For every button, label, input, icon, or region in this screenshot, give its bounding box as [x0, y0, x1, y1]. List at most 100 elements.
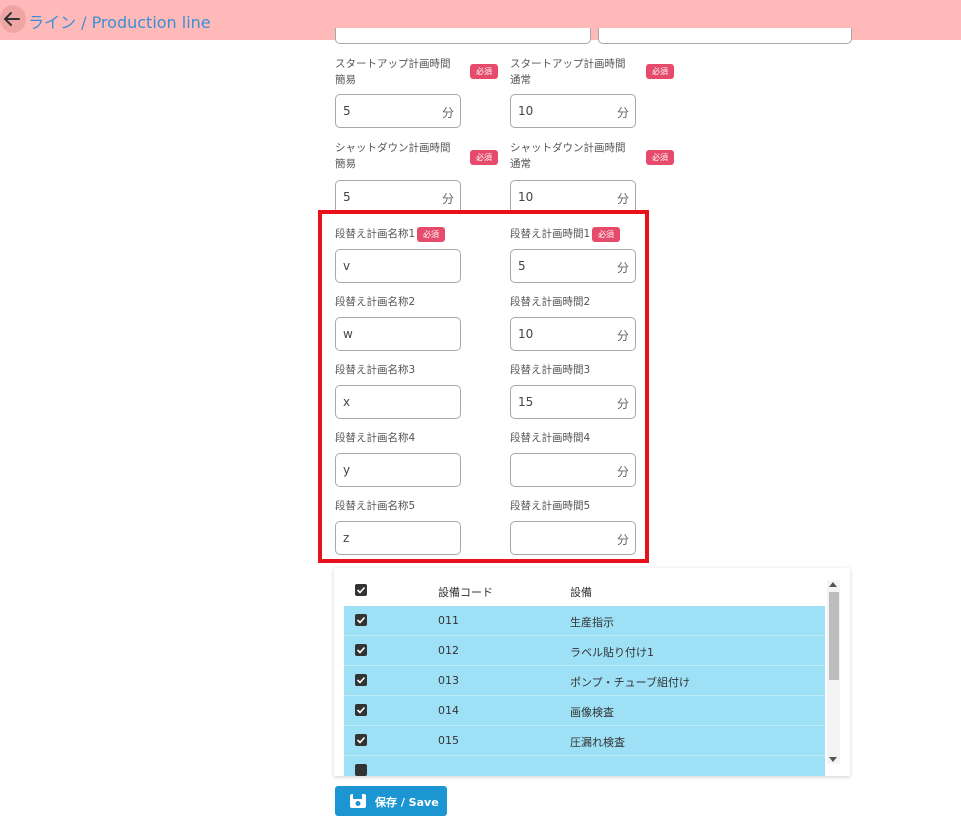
- changeover-time-input-3[interactable]: 15 分: [510, 385, 636, 419]
- shutdown-normal-value: 10: [518, 190, 534, 204]
- startup-simple-value: 5: [343, 104, 351, 118]
- floppy-disk-icon: [350, 794, 366, 808]
- minute-unit: 分: [616, 533, 629, 547]
- column-header-equipment[interactable]: 設備: [570, 584, 592, 600]
- check-icon: [356, 646, 366, 654]
- equipment-code: 015: [438, 734, 459, 747]
- startup-simple-input[interactable]: 5 分: [335, 94, 461, 128]
- minute-unit: 分: [616, 465, 629, 479]
- scroll-up-arrow[interactable]: [829, 582, 837, 587]
- arrow-left-icon: [4, 12, 20, 26]
- minute-unit: 分: [616, 192, 629, 206]
- changeover-name-label-2: 段替え計画名称2: [335, 296, 416, 308]
- changeover-name-input-5[interactable]: z: [335, 521, 461, 555]
- changeover-name-input-1[interactable]: v: [335, 249, 461, 283]
- table-row[interactable]: 011 生産指示: [344, 606, 825, 636]
- shutdown-normal-label: シャットダウン計画時間通常: [510, 142, 626, 170]
- equipment-name: ポンプ・チューブ組付け: [570, 676, 691, 689]
- required-badge: 必須: [592, 227, 620, 242]
- select-all-checkbox[interactable]: [355, 584, 367, 596]
- page-title[interactable]: ライン / Production line: [28, 9, 211, 33]
- save-button[interactable]: 保存 / Save: [335, 786, 447, 816]
- changeover-time-input-5[interactable]: 分: [510, 521, 636, 555]
- startup-normal-input[interactable]: 10 分: [510, 94, 636, 128]
- changeover-name-input-2[interactable]: w: [335, 317, 461, 351]
- changeover-name-input-3[interactable]: x: [335, 385, 461, 419]
- changeover-name-value-2: w: [343, 327, 353, 341]
- changeover-time-label-1: 段替え計画時間1: [510, 228, 591, 240]
- changeover-time-label-3: 段替え計画時間3: [510, 364, 591, 376]
- equipment-code: 011: [438, 614, 459, 627]
- changeover-name-label-5: 段替え計画名称5: [335, 500, 416, 512]
- row-checkbox[interactable]: [355, 764, 367, 776]
- shutdown-simple-input[interactable]: 5 分: [335, 180, 461, 214]
- previous-field-right[interactable]: [598, 28, 852, 44]
- column-header-code[interactable]: 設備コード: [438, 584, 493, 600]
- shutdown-simple-label: シャットダウン計画時間簡易: [335, 142, 451, 170]
- startup-normal-label: スタートアップ計画時間通常: [510, 58, 626, 86]
- changeover-name-label-4: 段替え計画名称4: [335, 432, 416, 444]
- required-badge: 必須: [646, 64, 674, 79]
- required-badge: 必須: [417, 227, 445, 242]
- table-header-row: 設備コード 設備: [344, 576, 825, 606]
- scroll-down-arrow[interactable]: [829, 757, 837, 762]
- changeover-name-input-4[interactable]: y: [335, 453, 461, 487]
- table-scrollbar[interactable]: [827, 580, 840, 764]
- minute-unit: 分: [616, 261, 629, 275]
- row-checkbox[interactable]: [355, 734, 367, 746]
- changeover-name-value-3: x: [343, 395, 351, 409]
- equipment-name: ラベル貼り付け1: [570, 646, 654, 659]
- minute-unit: 分: [441, 192, 454, 206]
- changeover-time-input-2[interactable]: 10 分: [510, 317, 636, 351]
- shutdown-normal-input[interactable]: 10 分: [510, 180, 636, 214]
- equipment-name: 圧漏れ検査: [570, 736, 625, 749]
- changeover-name-value-1: v: [343, 259, 351, 273]
- row-checkbox[interactable]: [355, 704, 367, 716]
- table-row-partial[interactable]: [344, 756, 825, 776]
- required-badge: 必須: [470, 150, 498, 165]
- table-row[interactable]: 015 圧漏れ検査: [344, 726, 825, 756]
- check-icon: [356, 736, 366, 744]
- equipment-code: 012: [438, 644, 459, 657]
- minute-unit: 分: [616, 329, 629, 343]
- changeover-time-label-2: 段替え計画時間2: [510, 296, 591, 308]
- back-button[interactable]: [0, 5, 26, 33]
- row-checkbox[interactable]: [355, 614, 367, 626]
- changeover-time-input-1[interactable]: 5 分: [510, 249, 636, 283]
- changeover-time-input-4[interactable]: 分: [510, 453, 636, 487]
- minute-unit: 分: [616, 106, 629, 120]
- previous-field-left[interactable]: [335, 28, 591, 44]
- changeover-name-value-4: y: [343, 463, 351, 477]
- table-row[interactable]: 012 ラベル貼り付け1: [344, 636, 825, 666]
- table-row[interactable]: 014 画像検査: [344, 696, 825, 726]
- save-button-label: 保存 / Save: [375, 796, 439, 809]
- minute-unit: 分: [441, 106, 454, 120]
- equipment-table: 設備コード 設備 011 生産指示 012 ラベル貼り付け1 013 ポンプ・チ…: [334, 568, 850, 776]
- changeover-time-value-3: 15: [518, 395, 534, 409]
- scrollbar-thumb[interactable]: [829, 592, 839, 680]
- changeover-name-value-5: z: [343, 531, 350, 545]
- startup-simple-label: スタートアップ計画時間簡易: [335, 58, 451, 86]
- changeover-name-label-1: 段替え計画名称1: [335, 228, 416, 240]
- check-icon: [356, 676, 366, 684]
- equipment-name: 画像検査: [570, 706, 614, 719]
- check-icon: [356, 616, 366, 624]
- required-badge: 必須: [646, 150, 674, 165]
- equipment-code: 013: [438, 674, 459, 687]
- changeover-time-value-1: 5: [518, 259, 526, 273]
- changeover-name-label-3: 段替え計画名称3: [335, 364, 416, 376]
- changeover-time-label-5: 段替え計画時間5: [510, 500, 591, 512]
- check-icon: [356, 586, 366, 594]
- table-row[interactable]: 013 ポンプ・チューブ組付け: [344, 666, 825, 696]
- changeover-time-value-2: 10: [518, 327, 534, 341]
- row-checkbox[interactable]: [355, 674, 367, 686]
- check-icon: [356, 706, 366, 714]
- row-checkbox[interactable]: [355, 644, 367, 656]
- changeover-time-label-4: 段替え計画時間4: [510, 432, 591, 444]
- equipment-code: 014: [438, 704, 459, 717]
- minute-unit: 分: [616, 397, 629, 411]
- equipment-name: 生産指示: [570, 616, 614, 629]
- required-badge: 必須: [470, 64, 498, 79]
- startup-normal-value: 10: [518, 104, 534, 118]
- shutdown-simple-value: 5: [343, 190, 351, 204]
